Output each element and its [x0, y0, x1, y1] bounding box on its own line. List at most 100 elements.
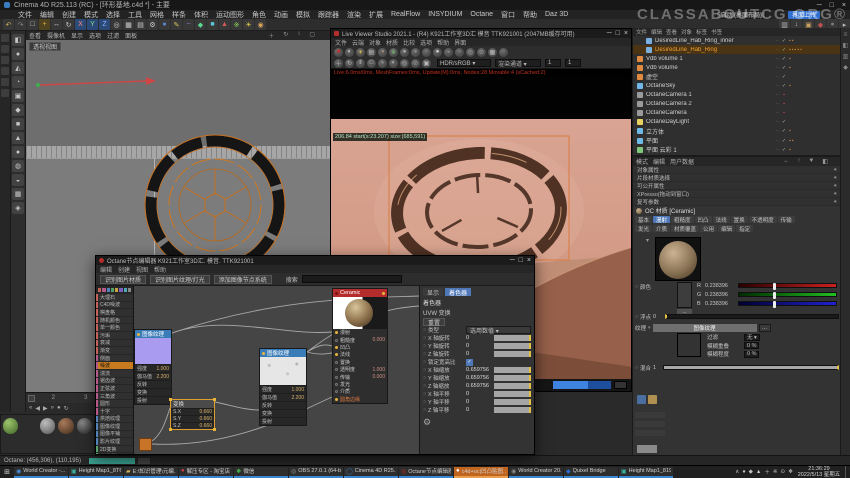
- object-row[interactable]: Vdb volume ·· ✓ ▪: [633, 63, 841, 72]
- task-world-creator-2[interactable]: ◉ World Creator 20...: [509, 467, 563, 478]
- material-tab[interactable]: 传输: [778, 216, 795, 223]
- menu-item[interactable]: 工具: [128, 10, 142, 20]
- rgb-row[interactable]: R 0.238396: [697, 281, 837, 290]
- gear-icon[interactable]: ⚙: [423, 417, 531, 428]
- object-row[interactable]: OctaneCamera 2 ·· ▪: [633, 100, 841, 109]
- texture-param-row[interactable]: 模糊程度 0 %: [707, 350, 835, 359]
- node-param-row[interactable]: 反转: [135, 380, 171, 388]
- generator-icon[interactable]: ◆: [195, 19, 206, 30]
- node-type-item[interactable]: 污垢: [96, 332, 133, 339]
- node-type-item[interactable]: 大理石: [96, 294, 133, 301]
- value-slider[interactable]: [494, 391, 531, 397]
- object-tags[interactable]: ▪▪▪▪▪: [789, 47, 841, 53]
- category-chip[interactable]: [115, 288, 118, 292]
- node-param-row[interactable]: 投射: [135, 396, 171, 404]
- object-row[interactable]: Vdb volume 1 ·· ✓ ▪: [633, 54, 841, 63]
- move-icon[interactable]: +: [39, 19, 50, 30]
- value-slider[interactable]: [494, 399, 531, 405]
- texture-param-row[interactable]: 过滤 无 ▾: [707, 333, 835, 342]
- lock-aspect-checkbox[interactable]: ✓: [466, 359, 473, 366]
- tray-icon[interactable]: ❖: [788, 469, 793, 475]
- node-type-item[interactable]: 3D变换: [96, 453, 133, 454]
- node-type-item[interactable]: 湍流: [96, 370, 133, 377]
- lv-toolbar-icon[interactable]: ◒: [444, 48, 453, 57]
- category-chip[interactable]: [102, 288, 105, 292]
- lv-toolbar-icon[interactable]: ▤: [367, 48, 376, 57]
- dock-tab-icon[interactable]: ▥: [843, 53, 849, 60]
- lv-toolbar-icon[interactable]: ◐: [345, 48, 354, 57]
- object-state-icon[interactable]: ✓: [779, 83, 789, 89]
- material-tab[interactable]: 介质: [653, 225, 670, 232]
- menu-item[interactable]: 样条: [172, 10, 186, 20]
- task-folder[interactable]: ▰ E:\知识管理\元编...: [124, 467, 178, 478]
- float-node[interactable]: [139, 438, 152, 451]
- node-type-item[interactable]: 渐变: [96, 347, 133, 354]
- object-state-icon[interactable]: ▪: [779, 101, 789, 107]
- lv-toolbar-icon[interactable]: ●: [400, 48, 409, 57]
- rotation-row[interactable]: ○Z 轴旋转0: [423, 350, 531, 358]
- lv-toolbar-icon[interactable]: ↻: [345, 59, 354, 68]
- close-icon[interactable]: ×: [527, 257, 531, 264]
- deformer-icon[interactable]: ■: [207, 19, 218, 30]
- object-tags[interactable]: ▪: [789, 128, 841, 134]
- object-state-icon[interactable]: ✓: [779, 74, 789, 80]
- render-picture-icon[interactable]: ▤: [135, 19, 146, 30]
- scale-row[interactable]: ○Z 轴缩放0.659756: [423, 382, 531, 390]
- material-port-row[interactable]: 法线: [333, 351, 387, 358]
- lv-toolbar-icon[interactable]: ◎: [466, 48, 475, 57]
- material-port-row[interactable]: 传输 0.000: [333, 373, 387, 380]
- material-tab[interactable]: 置换: [731, 216, 748, 223]
- node-param-row[interactable]: 伽马值2.200: [135, 372, 171, 380]
- tool-icon[interactable]: ●: [12, 48, 24, 60]
- material-port-row[interactable]: 圆角边缘: [333, 396, 387, 403]
- tool-icon[interactable]: ■: [12, 118, 24, 130]
- tool-icon[interactable]: ◒: [12, 174, 24, 186]
- lv-toolbar-icon[interactable]: ●: [378, 59, 387, 68]
- taskbar-clock[interactable]: 21:36:292022/5/13 星期五: [796, 466, 842, 478]
- lock-aspect-row[interactable]: ○锁定宽高比 ✓: [423, 358, 531, 366]
- object-row[interactable]: DesiredLine_Hab_Ring ·· ✓ ▪▪▪▪▪: [633, 45, 841, 54]
- float-slider[interactable]: [665, 314, 839, 319]
- object-state-icon[interactable]: ✓: [779, 47, 789, 53]
- maximize-icon[interactable]: □: [519, 257, 523, 264]
- scale-icon[interactable]: ↔: [51, 19, 62, 30]
- node-shortcut-icon[interactable]: [637, 395, 646, 404]
- node-output-port[interactable]: [382, 292, 385, 295]
- category-chip[interactable]: [98, 288, 101, 292]
- node-output-port[interactable]: [262, 352, 265, 355]
- rgb-row[interactable]: G 0.238396: [697, 290, 837, 299]
- object-state-icon[interactable]: ✓: [779, 38, 789, 44]
- transform-node[interactable]: 变换 S.X0.660S.Y0.660S.Z0.660: [170, 399, 215, 430]
- up-icon[interactable]: ↑: [797, 158, 800, 165]
- lv-toolbar-icon[interactable]: ⊘: [477, 48, 486, 57]
- tool-icon[interactable]: ◍: [12, 160, 24, 172]
- lv-toolbar-icon[interactable]: ◐: [389, 59, 398, 68]
- object-row[interactable]: OctaneCamera 1 ·· ▪: [633, 91, 841, 100]
- object-row[interactable]: 虚空 ·· ✓: [633, 72, 841, 81]
- small-button[interactable]: [637, 445, 657, 453]
- material-tab[interactable]: 公用: [700, 225, 717, 232]
- rgb-slider[interactable]: [738, 301, 837, 306]
- input-port[interactable]: [335, 368, 338, 371]
- menu-item[interactable]: 体积: [194, 10, 208, 20]
- menu-item[interactable]: Daz 3D: [545, 11, 568, 18]
- value-slider[interactable]: [494, 383, 531, 389]
- object-state-icon[interactable]: ✓: [779, 119, 789, 125]
- lv-toolbar-icon[interactable]: ▣: [422, 59, 431, 68]
- material-tab[interactable]: 编辑: [718, 225, 735, 232]
- texture-options-button[interactable]: ...: [759, 324, 771, 332]
- object-row[interactable]: OctaneSky ·· ✓ ▪: [633, 81, 841, 90]
- material-port-row[interactable]: 漫射: [333, 329, 387, 336]
- value-slider[interactable]: [494, 375, 531, 381]
- node-type-item[interactable]: C4D噪波: [96, 302, 133, 309]
- reset-button[interactable]: 重置: [423, 318, 445, 326]
- task-quixel[interactable]: ◆ Quixel Bridge: [564, 467, 618, 478]
- filter-icon[interactable]: ▼: [808, 158, 814, 165]
- volume-icon[interactable]: ▲: [219, 19, 230, 30]
- node-type-item[interactable]: 三角波: [96, 393, 133, 400]
- dock-tab-icon[interactable]: ◆: [843, 64, 848, 71]
- menu-item[interactable]: 跟踪器: [318, 10, 339, 20]
- menu-item[interactable]: 模拟: [296, 10, 310, 20]
- viewport-menu-item[interactable]: 选项: [89, 31, 101, 40]
- material-tab[interactable]: 凹凸: [695, 216, 712, 223]
